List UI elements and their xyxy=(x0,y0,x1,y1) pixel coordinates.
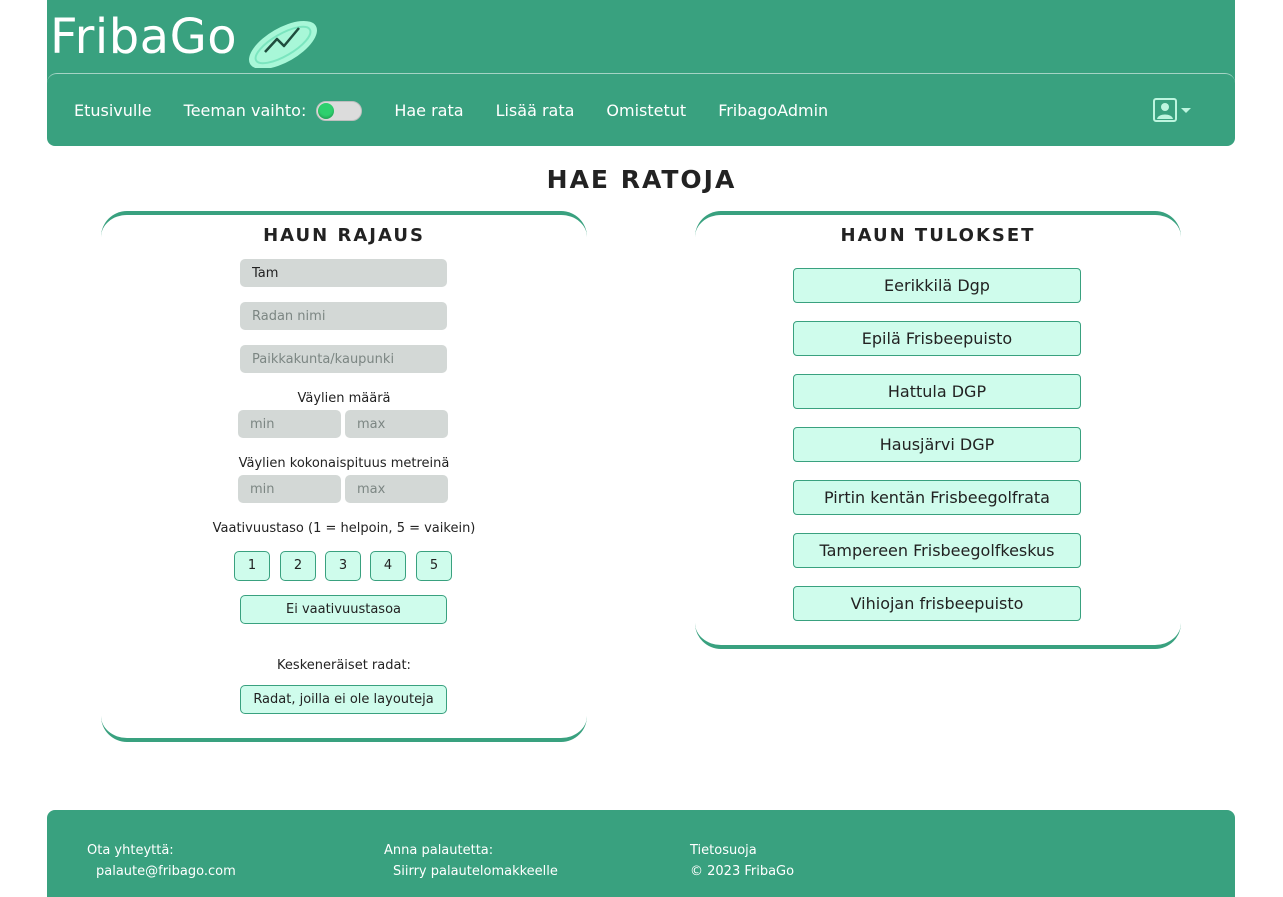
search-filters-panel: HAUN RAJAUS Väylien määrä Väylien kokona… xyxy=(101,211,587,742)
search-results-panel: HAUN TULOKSET Eerikkilä Dgp Epilä Frisbe… xyxy=(695,211,1181,649)
nav-admin-link[interactable]: FribagoAdmin xyxy=(718,101,828,120)
difficulty-1-button[interactable]: 1 xyxy=(234,551,270,581)
contact-email-link[interactable]: palaute@fribago.com xyxy=(87,861,236,882)
logo[interactable]: FribaGo xyxy=(50,6,327,68)
course-name-input[interactable] xyxy=(240,302,447,330)
toggle-knob xyxy=(318,102,335,119)
footer-legal: Tietosuoja © 2023 FribaGo xyxy=(690,840,794,882)
filters-title: HAUN RAJAUS xyxy=(263,225,425,246)
footer-feedback: Anna palautetta: Siirry palautelomakkeel… xyxy=(384,840,558,882)
holes-min-input[interactable] xyxy=(238,410,341,438)
feedback-label: Anna palautetta: xyxy=(384,843,494,858)
nav-owned-link[interactable]: Omistetut xyxy=(606,101,686,120)
user-menu-dropdown[interactable] xyxy=(1153,98,1191,122)
copyright-text: © 2023 FribaGo xyxy=(690,864,795,879)
difficulty-4-button[interactable]: 4 xyxy=(370,551,406,581)
privacy-link[interactable]: Tietosuoja xyxy=(690,840,794,861)
holes-max-input[interactable] xyxy=(345,410,448,438)
difficulty-2-button[interactable]: 2 xyxy=(280,551,316,581)
search-input[interactable] xyxy=(240,259,447,287)
difficulty-5-button[interactable]: 5 xyxy=(416,551,452,581)
difficulty-label: Vaativuustaso (1 = helpoin, 5 = vaikein) xyxy=(212,521,476,536)
feedback-form-link[interactable]: Siirry palautelomakkeelle xyxy=(384,861,558,882)
footer-contact: Ota yhteyttä: palaute@fribago.com xyxy=(87,840,236,882)
no-layouts-button[interactable]: Radat, joilla ei ole layouteja xyxy=(240,685,447,714)
user-profile-icon xyxy=(1153,98,1177,122)
total-length-label: Väylien kokonaispituus metreinä xyxy=(238,456,450,471)
result-item[interactable]: Vihiojan frisbeepuisto xyxy=(793,586,1081,621)
city-input[interactable] xyxy=(240,345,447,373)
result-item[interactable]: Hattula DGP xyxy=(793,374,1081,409)
site-footer: Ota yhteyttä: palaute@fribago.com Anna p… xyxy=(47,810,1235,897)
holes-count-label: Väylien määrä xyxy=(297,391,391,406)
nav-search-course-link[interactable]: Hae rata xyxy=(394,101,463,120)
page-title: HAE RATOJA xyxy=(546,165,737,194)
theme-switch: Teeman vaihto: xyxy=(183,100,363,121)
difficulty-3-button[interactable]: 3 xyxy=(325,551,361,581)
length-max-input[interactable] xyxy=(345,475,448,503)
logo-text: FribaGo xyxy=(50,9,238,65)
main-nav: Etusivulle Teeman vaihto: Hae rata Lisää… xyxy=(47,73,1235,146)
unfinished-courses-label: Keskeneräiset radat: xyxy=(277,658,411,673)
contact-label: Ota yhteyttä: xyxy=(87,843,174,858)
result-item[interactable]: Epilä Frisbeepuisto xyxy=(793,321,1081,356)
length-min-input[interactable] xyxy=(238,475,341,503)
results-title: HAUN TULOKSET xyxy=(840,225,1036,246)
no-difficulty-button[interactable]: Ei vaativuustasoa xyxy=(240,595,447,624)
result-item[interactable]: Pirtin kentän Frisbeegolfrata xyxy=(793,480,1081,515)
result-item[interactable]: Eerikkilä Dgp xyxy=(793,268,1081,303)
nav-home-link[interactable]: Etusivulle xyxy=(74,101,152,120)
theme-switch-label: Teeman vaihto: xyxy=(183,101,307,120)
nav-add-course-link[interactable]: Lisää rata xyxy=(496,101,575,120)
chevron-down-icon xyxy=(1181,107,1191,113)
frisbee-disc-icon xyxy=(249,20,318,68)
result-item[interactable]: Hausjärvi DGP xyxy=(793,427,1081,462)
result-item[interactable]: Tampereen Frisbeegolfkeskus xyxy=(793,533,1081,568)
site-header: FribaGo Etusivulle Teeman vaihto: Hae ra… xyxy=(47,0,1235,146)
theme-toggle[interactable] xyxy=(316,100,363,121)
